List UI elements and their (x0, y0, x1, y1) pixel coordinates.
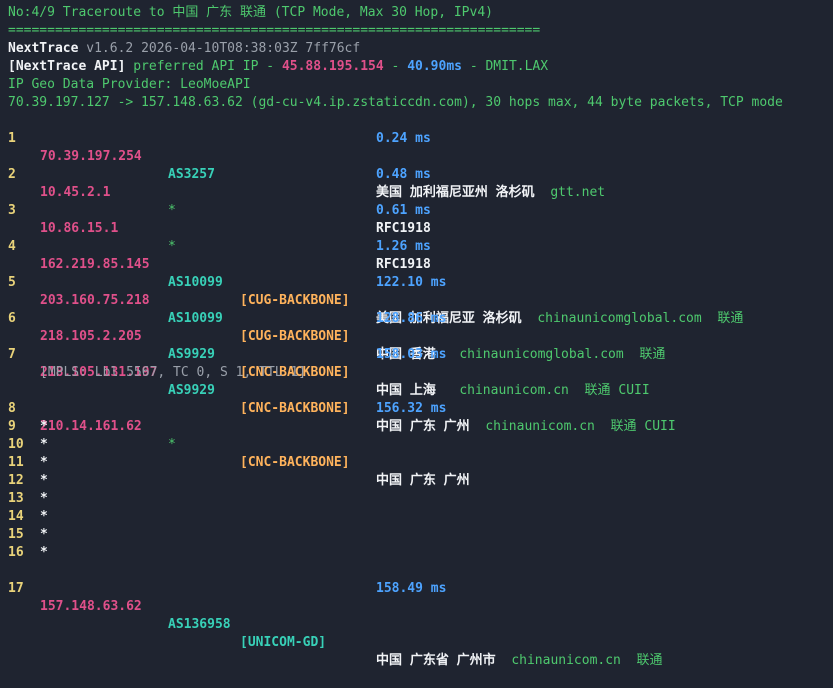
mpls-label: [MPLS: Lbl 5567, TC 0, S 1, TTL 1] (40, 365, 307, 380)
timeout-row: 9 * (8, 419, 48, 434)
api-text: preferred API IP - (133, 59, 275, 74)
terminal-window: No:4/9 Traceroute to 中国 广东 联通 (TCP Mode,… (0, 0, 833, 668)
timeout-star: * (40, 545, 48, 560)
hop-asn: AS136958 (168, 617, 231, 632)
route-summary-line: 70.39.197.127 -> 157.148.63.62 (gd-cu-v4… (8, 95, 783, 110)
hop-entry: 1 70.39.197.254 AS3257 美国 加利福尼亚州 洛杉矶 gtt… (8, 112, 833, 200)
api-ip: 45.88.195.154 (281, 59, 384, 74)
hop-rtt: 0.61 ms (376, 203, 431, 218)
hop-rtt: 122.10 ms (376, 275, 447, 290)
app-name: NextTrace (8, 41, 79, 56)
hop-ip: 157.148.63.62 (40, 599, 142, 614)
trace-title: No:4/9 Traceroute to 中国 广东 联通 (TCP Mode,… (8, 5, 493, 20)
timeout-star: * (40, 527, 48, 542)
hop-isp: 联通 (636, 653, 663, 668)
timeout-star: * (40, 491, 48, 506)
hop-entry: 5 203.160.75.218 AS10099 [CUG-BACKBONE] … (8, 256, 833, 362)
hop-rtt: 128.86 ms (376, 311, 447, 326)
hop-entry: 2 10.45.2.1 * RFC1918 0.48 ms (8, 148, 833, 236)
hop-entry: 8 210.14.161.62 * [CNC-BACKBONE] 中国 广东 广… (8, 382, 833, 488)
hop-entry: 6 218.105.2.205 AS9929 [CNC-BACKBONE] 中国… (8, 292, 833, 398)
hop-rtt: 0.48 ms (376, 167, 431, 182)
timeout-row: 10 * (8, 437, 48, 452)
timeout-star: * (40, 473, 48, 488)
timeout-row: 16 * (8, 545, 48, 560)
geo-provider-line: IP Geo Data Provider: LeoMoeAPI (8, 77, 251, 92)
hop-rtt: 158.49 ms (376, 581, 447, 596)
api-dash-2: - (469, 59, 478, 74)
hop-backbone-tag: [UNICOM-GD] (240, 635, 327, 650)
api-dash-1: - (391, 59, 400, 74)
timeout-row: 13 * (8, 491, 48, 506)
timeout-row: 14 * (8, 509, 48, 524)
timeout-hops: 9 * 10 * 11 * 12 * 13 * 14 * 15 * 16 * (8, 418, 833, 562)
hop-entry: 7 218.105.131.197 AS9929 [CNC-BACKBONE] … (8, 328, 833, 434)
hop-entry: 3 10.86.15.1 * RFC1918 0.61 ms (8, 184, 833, 272)
separator-line: ========================================… (8, 23, 541, 38)
timeout-row: 12 * (8, 473, 48, 488)
hop-rtt: 0.24 ms (376, 131, 431, 146)
hop-entry: 17 157.148.63.62 AS136958 [UNICOM-GD] 中国… (8, 562, 833, 668)
timeout-star: * (40, 419, 48, 434)
hop-geo: 中国 广东省 广州市 chinaunicom.cn 联通 (376, 653, 663, 668)
api-node: DMIT.LAX (485, 59, 549, 74)
app-version-meta: v1.6.2 2026-04-10T08:38:03Z 7ff76cf (86, 41, 361, 56)
hop-entry: 4 162.219.85.145 AS10099 [CUG-BACKBONE] … (8, 220, 833, 326)
timeout-star: * (40, 455, 48, 470)
hop-org: chinaunicom.cn (511, 653, 621, 668)
version-line: NextTrace v1.6.2 2026-04-10T08:38:03Z 7f… (8, 40, 833, 58)
api-latency: 40.90ms (407, 59, 462, 74)
hop-rtt: 1.26 ms (376, 239, 431, 254)
api-tag: [NextTrace API] (8, 59, 126, 74)
hop-list: 1 70.39.197.254 AS3257 美国 加利福尼亚州 洛杉矶 gtt… (8, 112, 833, 668)
timeout-row: 11 * (8, 455, 48, 470)
timeout-star: * (40, 509, 48, 524)
hop-rtt: 156.32 ms (376, 401, 447, 416)
api-line: [NextTrace API] preferred API IP - 45.88… (8, 58, 833, 76)
timeout-row: 15 * (8, 527, 48, 542)
hop-rtt: 158.03 ms (376, 347, 447, 362)
timeout-star: * (40, 437, 48, 452)
